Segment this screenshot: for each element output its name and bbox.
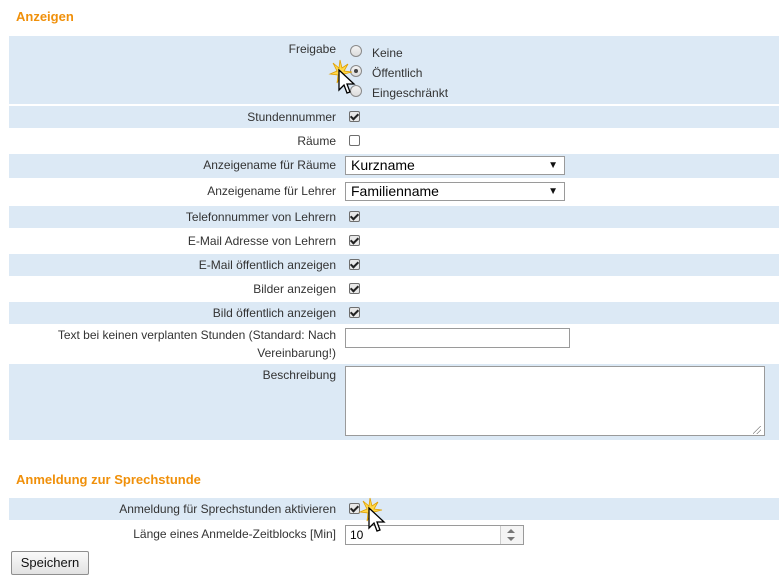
email-checkbox[interactable] <box>349 234 360 246</box>
radio-oeffentlich[interactable] <box>350 65 362 77</box>
checkmark-icon <box>349 502 360 513</box>
section-title-anmeldung: Anmeldung zur Sprechstunde <box>16 472 201 487</box>
checkmark-icon <box>349 234 360 245</box>
raeume-label: Räume <box>297 134 336 148</box>
zeitblock-row: Länge eines Anmelde-Zeitblocks [Min] 10 <box>9 522 779 548</box>
anmeldung-aktivieren-checkbox[interactable] <box>349 502 360 514</box>
zeitblock-number-input[interactable]: 10 <box>345 525 524 545</box>
checkmark-icon <box>349 258 360 269</box>
radio-eingeschraenkt-label: Eingeschränkt <box>372 86 449 100</box>
checkmark-icon <box>349 210 360 221</box>
anzeigename-lehrer-label: Anzeigename für Lehrer <box>207 184 336 198</box>
spin-down-icon[interactable] <box>507 537 515 541</box>
telefon-row: Telefonnummer von Lehrern <box>9 206 779 228</box>
checkmark-icon <box>349 306 360 317</box>
text-keine-stunden-input[interactable] <box>345 328 570 348</box>
dropdown-arrow-icon: ▼ <box>548 186 558 197</box>
section-title-anzeigen: Anzeigen <box>16 9 74 24</box>
checkmark-icon <box>349 110 360 121</box>
dropdown-arrow-icon: ▼ <box>548 160 558 171</box>
stundennummer-row: Stundennummer <box>9 106 779 128</box>
beschreibung-textarea[interactable] <box>345 366 765 436</box>
number-spinner[interactable] <box>500 526 523 544</box>
freigabe-row: Freigabe Keine Öffentlich Eingeschränkt <box>9 36 779 104</box>
anzeigename-lehrer-select[interactable]: Familienname ▼ <box>345 182 565 201</box>
raeume-row: Räume <box>9 130 779 152</box>
beschreibung-label: Beschreibung <box>262 368 336 382</box>
save-button[interactable]: Speichern <box>11 551 89 575</box>
beschreibung-row: Beschreibung <box>9 364 779 440</box>
text-keine-stunden-label-2: Vereinbarung!) <box>257 346 336 360</box>
checkmark-icon <box>349 282 360 293</box>
radio-keine-label: Keine <box>372 46 403 60</box>
anzeigename-raeume-value: Kurzname <box>351 157 415 173</box>
bild-public-row: Bild öffentlich anzeigen <box>9 302 779 324</box>
stundennummer-label: Stundennummer <box>247 110 336 124</box>
radio-oeffentlich-label: Öffentlich <box>372 66 423 80</box>
bilder-checkbox[interactable] <box>349 282 360 294</box>
anzeigename-lehrer-row: Anzeigename für Lehrer Familienname ▼ <box>9 180 779 204</box>
email-row: E-Mail Adresse von Lehrern <box>9 230 779 252</box>
zeitblock-value: 10 <box>350 528 364 542</box>
raeume-checkbox[interactable] <box>349 135 360 146</box>
anmeldung-aktivieren-label: Anmeldung für Sprechstunden aktivieren <box>119 502 336 516</box>
email-public-label: E-Mail öffentlich anzeigen <box>198 258 336 272</box>
bild-public-label: Bild öffentlich anzeigen <box>212 306 336 320</box>
telefon-label: Telefonnummer von Lehrern <box>185 210 336 224</box>
telefon-checkbox[interactable] <box>349 210 360 222</box>
anzeigename-raeume-select[interactable]: Kurzname ▼ <box>345 156 565 175</box>
anzeigename-lehrer-value: Familienname <box>351 183 439 199</box>
text-keine-stunden-label-1: Text bei keinen verplanten Stunden (Stan… <box>57 328 336 342</box>
text-keine-stunden-row: Text bei keinen verplanten Stunden (Stan… <box>9 326 779 362</box>
freigabe-label: Freigabe <box>288 42 336 56</box>
anzeigename-raeume-row: Anzeigename für Räume Kurzname ▼ <box>9 154 779 178</box>
spin-up-icon[interactable] <box>507 529 515 533</box>
bilder-label: Bilder anzeigen <box>253 282 336 296</box>
email-public-row: E-Mail öffentlich anzeigen <box>9 254 779 276</box>
radio-keine[interactable] <box>350 45 362 57</box>
anmeldung-aktivieren-row: Anmeldung für Sprechstunden aktivieren <box>9 498 779 520</box>
stundennummer-checkbox[interactable] <box>349 110 360 122</box>
bild-public-checkbox[interactable] <box>349 306 360 318</box>
zeitblock-label: Länge eines Anmelde-Zeitblocks [Min] <box>133 527 336 541</box>
radio-eingeschraenkt[interactable] <box>350 85 362 97</box>
email-public-checkbox[interactable] <box>349 258 360 270</box>
email-label: E-Mail Adresse von Lehrern <box>187 234 336 248</box>
resize-grip-icon[interactable] <box>753 426 761 434</box>
bilder-row: Bilder anzeigen <box>9 278 779 300</box>
anzeigename-raeume-label: Anzeigename für Räume <box>203 158 336 172</box>
